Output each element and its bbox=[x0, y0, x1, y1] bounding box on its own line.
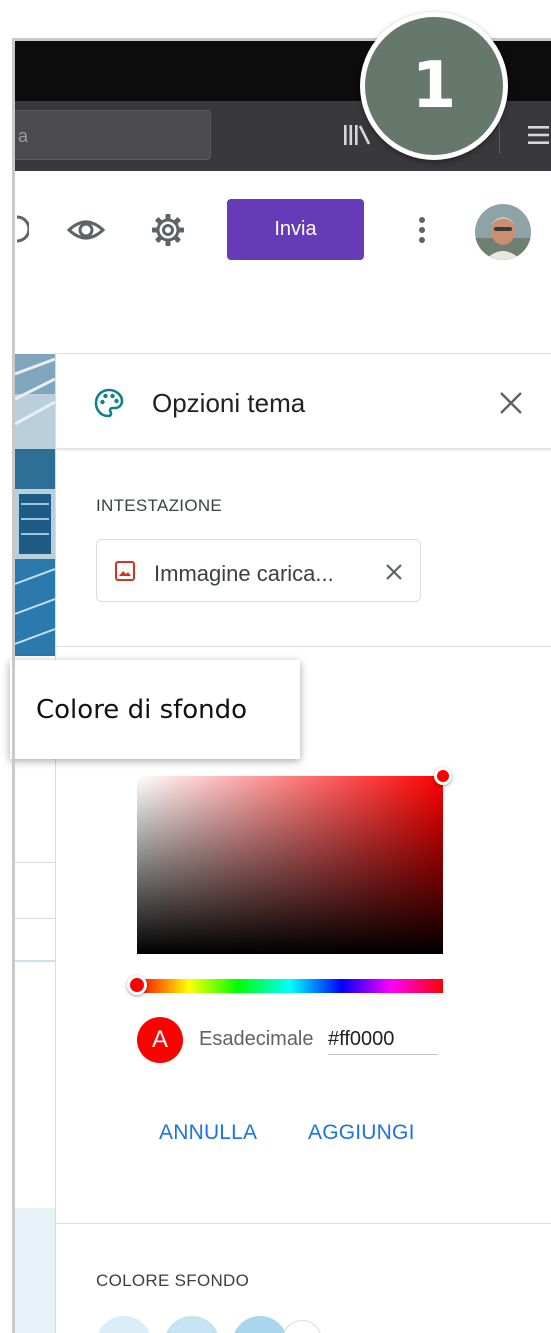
screenshot-root: a Invia Opzioni tema INTESTAZIONE Immagi… bbox=[0, 0, 551, 1333]
screenshot-frame-border bbox=[12, 38, 551, 1333]
step-number-badge: 1 bbox=[360, 12, 508, 160]
